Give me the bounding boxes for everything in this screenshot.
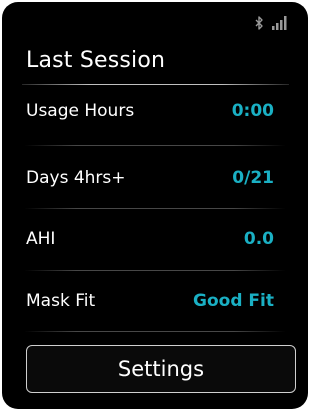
bluetooth-icon bbox=[255, 16, 264, 30]
status-bar bbox=[255, 14, 288, 30]
row-divider bbox=[24, 270, 286, 271]
settings-button[interactable]: Settings bbox=[26, 345, 296, 393]
stat-label: Mask Fit bbox=[26, 291, 96, 311]
stat-label: Usage Hours bbox=[26, 101, 135, 121]
row-divider bbox=[24, 331, 286, 332]
stat-value: 0:00 bbox=[231, 101, 274, 121]
stat-row-usage-hours: Usage Hours 0:00 bbox=[26, 96, 274, 126]
signal-strength-icon bbox=[272, 16, 288, 30]
row-divider bbox=[24, 145, 286, 146]
stat-label: AHI bbox=[26, 229, 56, 249]
row-divider bbox=[24, 208, 286, 209]
title-divider bbox=[22, 84, 289, 85]
page-title: Last Session bbox=[26, 48, 166, 73]
stat-value: Good Fit bbox=[193, 291, 274, 311]
stat-value: 0.0 bbox=[243, 229, 274, 249]
stat-row-mask-fit: Mask Fit Good Fit bbox=[26, 286, 274, 316]
stat-row-days-4hrs: Days 4hrs+ 0/21 bbox=[26, 163, 274, 193]
stat-value: 0/21 bbox=[232, 168, 274, 188]
stat-row-ahi: AHI 0.0 bbox=[26, 224, 274, 254]
stat-label: Days 4hrs+ bbox=[26, 168, 126, 188]
device-screen: Last Session Usage Hours 0:00 Days 4hrs+… bbox=[2, 2, 308, 409]
